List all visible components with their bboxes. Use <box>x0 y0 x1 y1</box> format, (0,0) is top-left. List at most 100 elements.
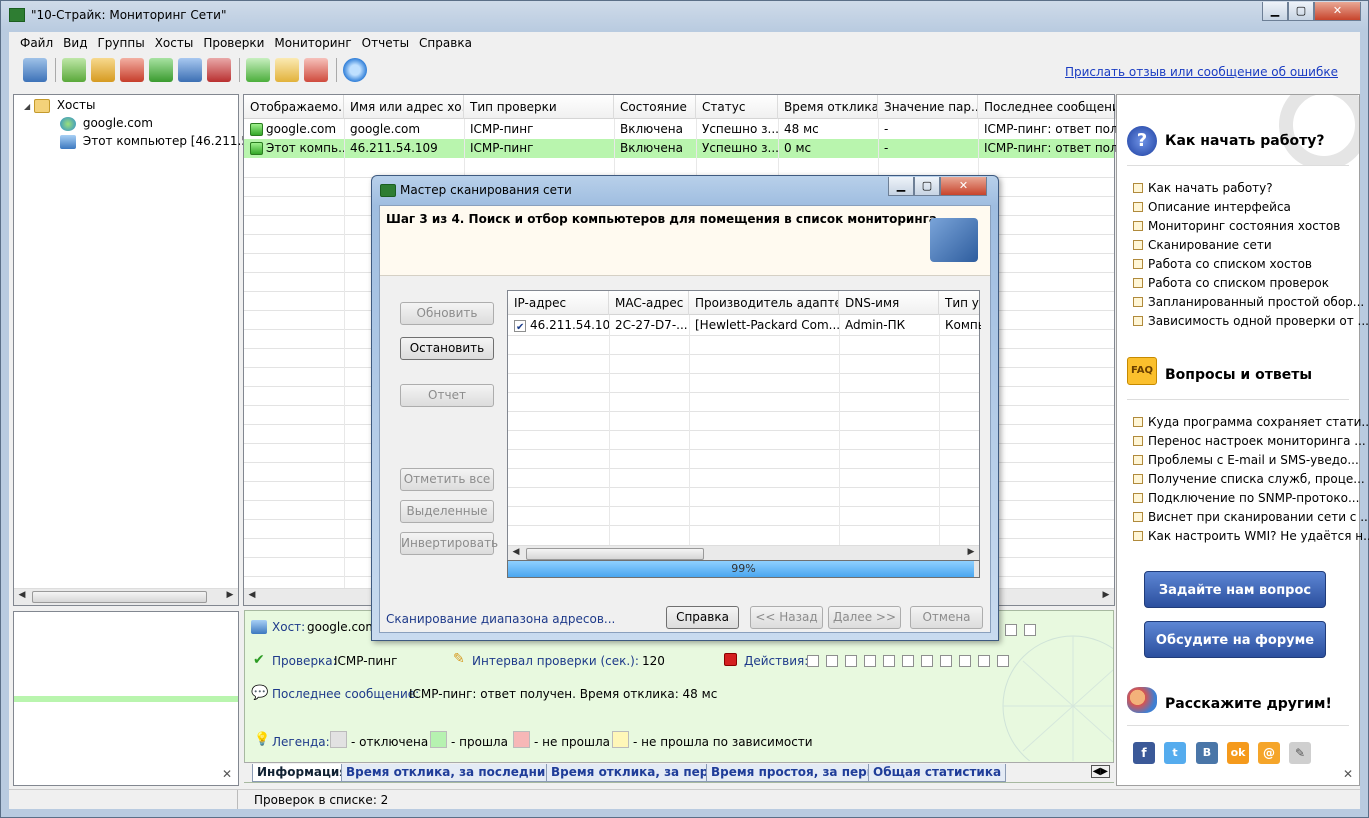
col-type[interactable]: Тип у <box>939 291 981 315</box>
ask-question-button[interactable]: Задайте нам вопрос <box>1144 571 1326 608</box>
menu-help[interactable]: Справка <box>414 36 477 50</box>
help-link[interactable]: Мониторинг состояния хостов <box>1133 219 1340 233</box>
action-checkbox[interactable] <box>864 654 876 667</box>
col-last-message[interactable]: Последнее сообщение <box>978 95 1116 119</box>
close-panel-icon[interactable]: ✕ <box>222 767 232 781</box>
feedback-link[interactable]: Прислать отзыв или сообщение об ошибке <box>1065 65 1338 79</box>
menu-groups[interactable]: Группы <box>92 36 149 50</box>
forum-button[interactable]: Обсудите на форуме <box>1144 621 1326 658</box>
facebook-icon[interactable]: f <box>1133 742 1155 764</box>
faq-link[interactable]: Проблемы с E-mail и SMS-уведо... <box>1133 453 1359 467</box>
add-host-icon[interactable] <box>149 58 173 82</box>
action-checkbox[interactable] <box>826 654 838 667</box>
tree-hscrollbar[interactable]: ◀ ▶ <box>14 588 238 605</box>
refresh-button[interactable]: Обновить <box>400 302 494 325</box>
action-checkbox[interactable] <box>959 654 971 667</box>
settings-gear-icon[interactable] <box>343 58 367 82</box>
scroll-left-icon[interactable]: ◀ <box>510 547 522 557</box>
menu-hosts[interactable]: Хосты <box>150 36 199 50</box>
faq-link[interactable]: Виснет при сканировании сети с ... <box>1133 510 1369 524</box>
tree-item-google[interactable]: google.com <box>60 114 153 132</box>
col-param-value[interactable]: Значение пар... <box>878 95 978 119</box>
add-group-icon[interactable] <box>62 58 86 82</box>
select-all-button[interactable]: Отметить все <box>400 468 494 491</box>
edit-group-icon[interactable] <box>91 58 115 82</box>
odnoklassniki-icon[interactable]: ok <box>1227 742 1249 764</box>
scan-network-icon[interactable] <box>23 58 47 82</box>
menu-monitoring[interactable]: Мониторинг <box>269 36 356 50</box>
delete-group-icon[interactable] <box>120 58 144 82</box>
help-link[interactable]: Сканирование сети <box>1133 238 1272 252</box>
col-status[interactable]: Статус <box>696 95 778 119</box>
cancel-button[interactable]: Отмена <box>910 606 983 629</box>
col-display-name[interactable]: Отображаемо... <box>244 95 344 119</box>
list-item[interactable]: ✔ 46.211.54.109 2C-27-D7-... [Hewlett-Pac… <box>508 316 981 335</box>
faq-link[interactable]: Как настроить WMI? Не удаётся н... <box>1133 529 1369 543</box>
add-check-icon[interactable] <box>246 58 270 82</box>
title-bar[interactable]: "10-Страйк: Мониторинг Сети" ▁ ▢ ✕ <box>1 1 1368 31</box>
minimize-button[interactable]: ▁ <box>1262 2 1288 21</box>
livejournal-icon[interactable]: ✎ <box>1289 742 1311 764</box>
delete-check-icon[interactable] <box>304 58 328 82</box>
scroll-thumb[interactable] <box>32 591 207 603</box>
table-row[interactable]: google.com google.com ICMP-пинг Включена… <box>244 120 1116 139</box>
mailru-icon[interactable]: @ <box>1258 742 1280 764</box>
invert-button[interactable]: Инвертировать <box>400 532 498 555</box>
dialog-minimize-button[interactable]: ▁ <box>888 177 914 196</box>
back-button[interactable]: << Назад <box>750 606 823 629</box>
menu-reports[interactable]: Отчеты <box>357 36 414 50</box>
tree-root-hosts[interactable]: ◢ Хосты <box>24 96 95 114</box>
faq-link[interactable]: Получение списка служб, проце... <box>1133 472 1365 486</box>
action-checkbox[interactable] <box>1024 623 1036 636</box>
vk-icon[interactable]: B <box>1196 742 1218 764</box>
menu-file[interactable]: Файл <box>15 36 58 50</box>
tab-general-stats[interactable]: Общая статистика <box>868 764 1007 782</box>
faq-link[interactable]: Куда программа сохраняет стати... <box>1133 415 1369 429</box>
action-checkbox[interactable] <box>940 654 952 667</box>
dialog-maximize-button[interactable]: ▢ <box>914 177 940 196</box>
menu-view[interactable]: Вид <box>58 36 92 50</box>
maximize-button[interactable]: ▢ <box>1288 2 1314 21</box>
action-checkbox[interactable] <box>997 654 1009 667</box>
help-link[interactable]: Работа со списком проверок <box>1133 276 1329 290</box>
col-dns[interactable]: DNS-имя <box>839 291 939 315</box>
host-checkbox[interactable]: ✔ <box>514 319 526 333</box>
action-checkbox[interactable] <box>921 654 933 667</box>
action-checkbox[interactable] <box>902 654 914 667</box>
scroll-right-icon[interactable]: ▶ <box>965 547 977 557</box>
scroll-thumb[interactable] <box>526 548 704 560</box>
help-link[interactable]: Как начать работу? <box>1133 181 1273 195</box>
col-ip[interactable]: IP-адрес <box>508 291 609 315</box>
dialog-close-button[interactable]: ✕ <box>940 177 987 196</box>
scroll-left-icon[interactable]: ◀ <box>246 590 258 600</box>
next-button[interactable]: Далее >> <box>828 606 901 629</box>
col-check-type[interactable]: Тип проверки <box>464 95 614 119</box>
col-host-name[interactable]: Имя или адрес хо... <box>344 95 464 119</box>
faq-link[interactable]: Перенос настроек мониторинга ... <box>1133 434 1366 448</box>
report-button[interactable]: Отчет <box>400 384 494 407</box>
help-button[interactable]: Справка <box>666 606 739 629</box>
menu-checks[interactable]: Проверки <box>198 36 269 50</box>
col-response-time[interactable]: Время отклика <box>778 95 878 119</box>
edit-check-icon[interactable] <box>275 58 299 82</box>
help-link[interactable]: Описание интерфейса <box>1133 200 1291 214</box>
scroll-left-icon[interactable]: ◀ <box>16 590 28 600</box>
scroll-right-icon[interactable]: ▶ <box>1100 590 1112 600</box>
delete-host-icon[interactable] <box>207 58 231 82</box>
col-state[interactable]: Состояние <box>614 95 696 119</box>
selected-button[interactable]: Выделенные <box>400 500 494 523</box>
faq-link[interactable]: Подключение по SNMP-протоко... <box>1133 491 1359 505</box>
twitter-icon[interactable]: t <box>1164 742 1186 764</box>
action-checkbox[interactable] <box>807 654 819 667</box>
help-link[interactable]: Зависимость одной проверки от ... <box>1133 314 1369 328</box>
action-checkbox[interactable] <box>1005 623 1017 636</box>
help-link[interactable]: Работа со списком хостов <box>1133 257 1312 271</box>
action-checkbox[interactable] <box>883 654 895 667</box>
scroll-right-icon[interactable]: ▶ <box>224 590 236 600</box>
close-help-icon[interactable]: ✕ <box>1343 767 1353 781</box>
stop-button[interactable]: Остановить <box>400 337 494 360</box>
edit-host-icon[interactable] <box>178 58 202 82</box>
table-row-selected[interactable]: Этот компь... 46.211.54.109 ICMP-пинг Вк… <box>244 139 1116 158</box>
col-vendor[interactable]: Производитель адаптера <box>689 291 839 315</box>
action-checkbox[interactable] <box>978 654 990 667</box>
